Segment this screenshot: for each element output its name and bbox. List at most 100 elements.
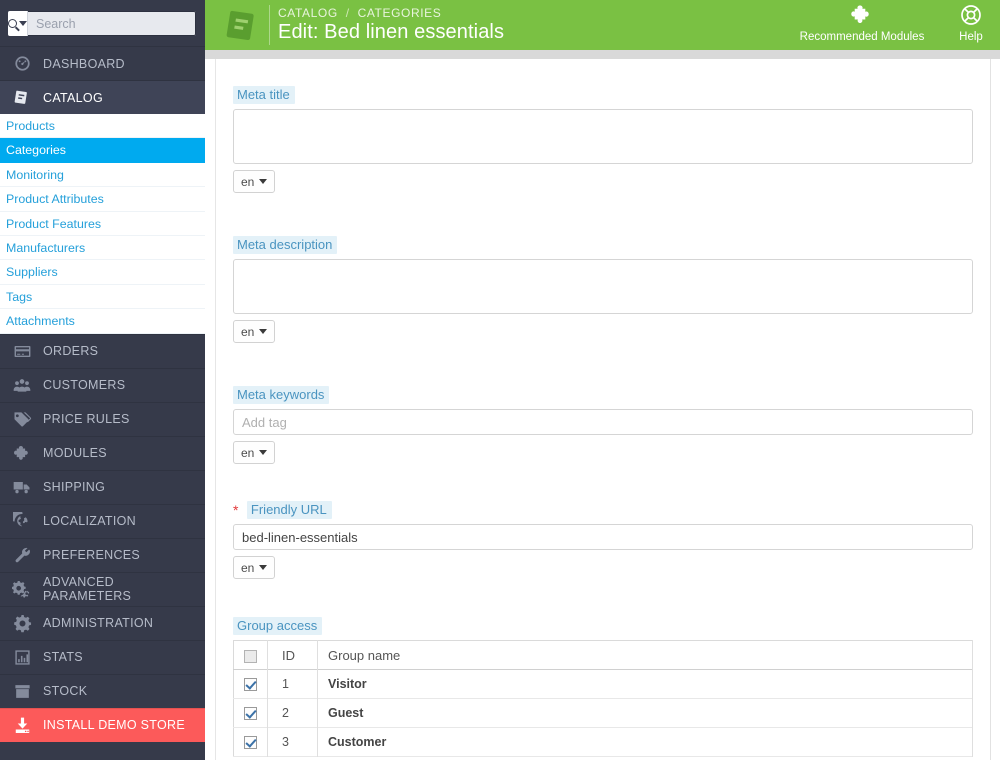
search-dropdown-button[interactable] [8, 11, 28, 36]
meta-description-label: Meta description [233, 236, 338, 254]
sidebar-subitem-product-features[interactable]: Product Features [0, 212, 205, 236]
field-meta-keywords: Meta keywords en [233, 386, 973, 464]
required-marker: * [233, 502, 239, 518]
meta-keywords-language-button[interactable]: en [233, 441, 276, 464]
sidebar-subitem-manufacturers[interactable]: Manufacturers [0, 236, 205, 261]
meta-title-input[interactable] [233, 109, 973, 164]
sidebar-item-label: PREFERENCES [43, 548, 141, 563]
sidebar-item-modules[interactable]: MODULES [0, 435, 205, 470]
field-group-access: Group access ID Group name 1 Visitor 2 G… [233, 617, 973, 757]
table-header-row: ID Group name [233, 640, 973, 670]
sidebar-item-label: ADMINISTRATION [43, 616, 154, 631]
sidebar-subitem-tags[interactable]: Tags [0, 285, 205, 310]
row-id: 2 [267, 698, 318, 728]
help-label: Help [959, 31, 983, 43]
meta-keywords-language-label: en [241, 445, 255, 460]
friendly-url-language-button[interactable]: en [233, 556, 276, 579]
sidebar-subitem-monitoring[interactable]: Monitoring [0, 163, 205, 188]
sidebar-item-install-demo-store[interactable]: INSTALL DEMO STORE [0, 707, 205, 742]
friendly-url-language-label: en [241, 560, 255, 575]
truck-icon [8, 475, 36, 499]
chevron-down-icon [259, 565, 268, 570]
sidebar-item-label: ADVANCED PARAMETERS [43, 575, 132, 604]
sidebar-item-stats[interactable]: STATS [0, 639, 205, 674]
group-access-label: Group access [233, 617, 323, 635]
sidebar-item-label: CUSTOMERS [43, 378, 126, 393]
sidebar-item-dashboard[interactable]: DASHBOARD [0, 46, 205, 80]
puzzle-piece-icon [8, 441, 36, 465]
row-group-name: Guest [317, 698, 973, 728]
sidebar-item-administration[interactable]: ADMINISTRATION [0, 605, 205, 640]
sidebar-subitem-products[interactable]: Products [0, 114, 205, 139]
catalog-submenu: Products Categories Monitoring Product A… [0, 114, 205, 334]
meta-keywords-input[interactable] [233, 409, 973, 435]
table-row: 2 Guest [233, 698, 973, 728]
select-all-header [233, 640, 268, 670]
sidebar-item-label: STOCK [43, 684, 88, 699]
row-checkbox-cell [233, 698, 268, 728]
orders-card-icon [8, 339, 36, 363]
field-meta-title: Meta title en [233, 86, 973, 193]
row-checkbox[interactable] [244, 678, 257, 692]
meta-title-language-label: en [241, 174, 255, 189]
page-title: Edit: Bed linen essentials [278, 21, 505, 43]
row-group-name: Customer [317, 727, 973, 757]
admin-page: DASHBOARD CATALOG Products Categories Mo… [0, 0, 1000, 760]
help-button[interactable]: Help [945, 3, 997, 43]
breadcrumb-categories[interactable]: CATEGORIES [358, 6, 442, 20]
sidebar-item-label: MODULES [43, 446, 107, 461]
sidebar-subitem-categories[interactable]: Categories [0, 138, 205, 163]
row-group-name: Visitor [317, 669, 973, 699]
field-friendly-url: * Friendly URL en [233, 501, 973, 579]
dashboard-gauge-icon [8, 52, 36, 76]
sidebar-item-catalog[interactable]: CATALOG [0, 80, 205, 114]
sidebar-item-label: DASHBOARD [43, 56, 125, 71]
row-checkbox[interactable] [244, 707, 257, 721]
row-checkbox-cell [233, 669, 268, 699]
select-all-checkbox[interactable] [244, 649, 257, 663]
header-bottom-strip [205, 50, 1000, 59]
sidebar-item-preferences[interactable]: PREFERENCES [0, 537, 205, 572]
sidebar-item-price-rules[interactable]: PRICE RULES [0, 401, 205, 436]
search-input[interactable] [28, 11, 196, 36]
search-box[interactable] [8, 11, 196, 36]
row-checkbox[interactable] [244, 736, 257, 750]
recommended-modules-button[interactable]: Recommended Modules [782, 3, 942, 43]
column-header-group-name: Group name [317, 640, 973, 670]
breadcrumb: CATALOG / CATEGORIES [278, 6, 441, 20]
sidebar-item-label: LOCALIZATION [43, 514, 136, 529]
search-icon [8, 19, 17, 28]
field-meta-description: Meta description en [233, 236, 973, 343]
lifebuoy-icon [959, 5, 983, 30]
row-id: 1 [267, 669, 318, 699]
download-icon [8, 713, 36, 737]
sidebar-subitem-attachments[interactable]: Attachments [0, 309, 205, 334]
sidebar-subitem-product-attributes[interactable]: Product Attributes [0, 187, 205, 212]
row-id: 3 [267, 727, 318, 757]
meta-description-input[interactable] [233, 259, 973, 314]
bar-chart-icon [8, 645, 36, 669]
sidebar-item-stock[interactable]: STOCK [0, 673, 205, 708]
globe-icon [8, 509, 36, 533]
sidebar-item-label: STATS [43, 650, 83, 665]
sidebar-item-advanced-parameters[interactable]: ADVANCED PARAMETERS [0, 571, 205, 606]
sidebar-item-customers[interactable]: CUSTOMERS [0, 367, 205, 402]
sidebar-item-label: SHIPPING [43, 480, 106, 495]
meta-description-language-button[interactable]: en [233, 320, 276, 343]
breadcrumb-catalog[interactable]: CATALOG [278, 6, 338, 20]
friendly-url-label: Friendly URL [246, 501, 332, 519]
meta-title-language-button[interactable]: en [233, 170, 276, 193]
friendly-url-input[interactable] [233, 524, 973, 550]
sidebar: DASHBOARD CATALOG Products Categories Mo… [0, 0, 205, 760]
group-access-table-head: ID Group name [233, 640, 973, 670]
header-divider [269, 5, 270, 45]
sidebar-item-orders[interactable]: ORDERS [0, 333, 205, 368]
sidebar-item-shipping[interactable]: SHIPPING [0, 469, 205, 504]
puzzle-piece-icon [850, 5, 874, 30]
chevron-down-icon [259, 329, 268, 334]
meta-description-language-label: en [241, 324, 255, 339]
sidebar-item-label: INSTALL DEMO STORE [43, 718, 186, 733]
group-access-table-body: 1 Visitor 2 Guest 3 Customer [233, 669, 973, 757]
sidebar-item-localization[interactable]: LOCALIZATION [0, 503, 205, 538]
sidebar-subitem-suppliers[interactable]: Suppliers [0, 260, 205, 285]
